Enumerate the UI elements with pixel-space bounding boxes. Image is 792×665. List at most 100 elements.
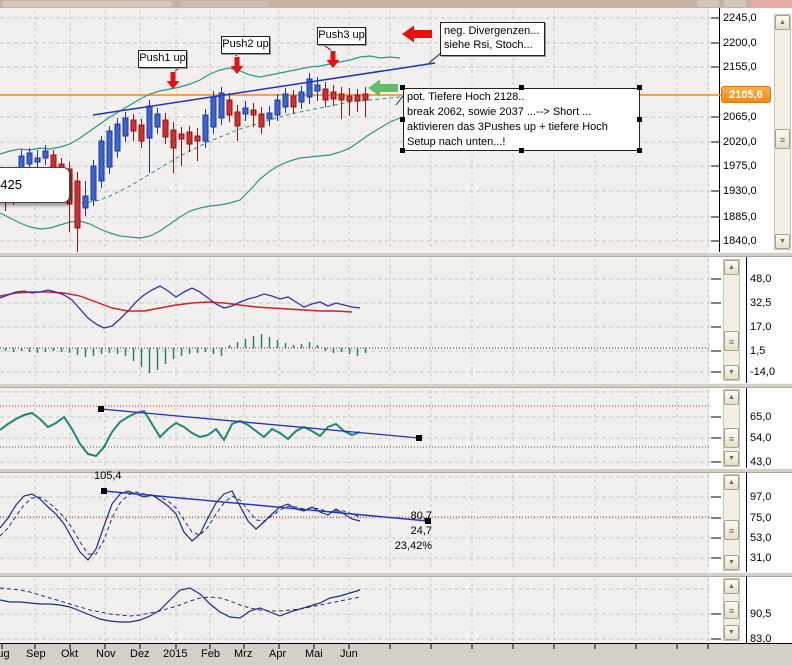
red-down-arrow[interactable]: [167, 72, 180, 89]
rsi-scrollbar[interactable]: ▲ ▼ ≡: [723, 389, 740, 467]
candle-body: [243, 108, 248, 114]
candle-body: [363, 94, 368, 100]
note-box-handle[interactable]: [400, 117, 405, 122]
note-box-handle[interactable]: [400, 85, 405, 90]
candle-body: [331, 92, 336, 99]
macd-scrollbar-thumb[interactable]: ≡: [724, 331, 739, 351]
time-axis-label: 2015: [163, 648, 187, 660]
divergence-note-box[interactable]: neg. Divergenzen... siehe Rsi, Stoch...: [440, 22, 545, 56]
candle-body: [99, 141, 104, 181]
candle-body: [27, 153, 32, 164]
trix-scrollbar-down-button[interactable]: ▼: [724, 625, 739, 640]
stoch-scrollbar-up-button[interactable]: ▲: [724, 475, 739, 490]
rsi-scrollbar-up-button[interactable]: ▲: [724, 390, 739, 405]
stoch-value-1: 80,7: [398, 510, 432, 522]
candle-body: [227, 100, 232, 115]
candle-body: [155, 114, 160, 127]
price-axis-label: 1885,0: [723, 211, 757, 223]
candle-body: [267, 113, 272, 119]
note-box-handle[interactable]: [519, 148, 524, 153]
candle-body: [339, 94, 344, 100]
candle-body: [131, 120, 136, 131]
time-axis-label: Apr: [269, 648, 286, 660]
stoch-scrollbar[interactable]: ▲ ▼ ≡: [723, 474, 740, 571]
rsi-line: [0, 411, 360, 456]
chart-application-window: 8425 Push1 up Push2 up Push3 up neg. Div…: [0, 0, 792, 665]
price-axis-label: 1975,0: [723, 160, 757, 172]
note-box-handle[interactable]: [637, 85, 642, 90]
candle-body: [187, 132, 192, 144]
stoch-percent-value: 23,42%: [384, 540, 432, 552]
price-scrollbar-up-button[interactable]: ▲: [775, 15, 790, 30]
candle-body: [43, 151, 48, 158]
green-left-arrow[interactable]: [368, 80, 398, 97]
time-axis-label: Feb: [201, 648, 220, 660]
time-axis-label: Aug: [0, 648, 10, 660]
stoch-value-2: 24,7: [398, 525, 432, 537]
price-axis-label: 2245,0: [723, 12, 757, 24]
macd-axis-label: 17,0: [750, 321, 771, 333]
trix-scrollbar-up-button[interactable]: ▲: [724, 579, 739, 594]
candle-body: [123, 118, 128, 136]
macd-axis-label: 48,0: [750, 273, 771, 285]
stoch-axis-label: 75,0: [750, 512, 771, 524]
note-box-handle[interactable]: [637, 148, 642, 153]
price-scrollbar-thumb[interactable]: ≡: [775, 129, 790, 149]
trendline-handle[interactable]: [416, 435, 422, 441]
candle-body: [283, 94, 288, 107]
push2-label-box[interactable]: Push2 up: [221, 36, 270, 54]
candle-body: [115, 124, 120, 151]
red-down-arrow[interactable]: [327, 51, 340, 68]
stoch-trendline[interactable]: [104, 491, 428, 521]
red-left-arrow[interactable]: [402, 26, 432, 43]
trendline-handle[interactable]: [101, 488, 107, 494]
price-axis-label: 2065,0: [723, 111, 757, 123]
candle-body: [211, 97, 216, 127]
trix-scrollbar-thumb[interactable]: ≡: [724, 601, 739, 619]
stoch-peak-value: 105,4: [94, 470, 122, 482]
stoch-axis-label: 53,0: [750, 532, 771, 544]
chart-canvas: [0, 0, 792, 665]
price-scrollbar[interactable]: ▲ ▼ ≡: [774, 14, 791, 250]
push1-label-box[interactable]: Push1 up: [138, 50, 187, 68]
note-box-handle[interactable]: [637, 117, 642, 122]
rsi-axis-label: 65,0: [750, 411, 771, 423]
time-axis-label: Nov: [96, 648, 116, 660]
note-box-handle[interactable]: [400, 148, 405, 153]
stoch-axis-label: 97,0: [750, 491, 771, 503]
note-box-handle[interactable]: [519, 85, 524, 90]
macd-axis-label: 32,5: [750, 297, 771, 309]
rsi-scrollbar-thumb[interactable]: ≡: [724, 428, 739, 448]
macd-scrollbar-up-button[interactable]: ▲: [724, 260, 739, 275]
candle-body: [347, 96, 352, 101]
push3-label-box[interactable]: Push3 up: [317, 27, 366, 45]
short-setup-note-box[interactable]: pot. Tiefere Hoch 2128.. break 2062, sow…: [403, 88, 640, 151]
time-axis-label: Dez: [130, 648, 150, 660]
price-scrollbar-down-button[interactable]: ▼: [775, 234, 790, 249]
candle-body: [171, 130, 176, 148]
macd-scrollbar-down-button[interactable]: ▼: [724, 365, 739, 380]
stoch-scrollbar-down-button[interactable]: ▼: [724, 555, 739, 570]
macd-axis-label: 1,5: [750, 345, 765, 357]
time-axis-label: Okt: [61, 648, 78, 660]
macd-scrollbar[interactable]: ▲ ▼ ≡: [723, 259, 740, 381]
candle-body: [139, 125, 144, 141]
candle-body: [323, 89, 328, 100]
price-callout[interactable]: 8425: [0, 167, 70, 203]
candle-body: [315, 85, 320, 91]
time-axis-label: Sep: [26, 648, 46, 660]
candle-body: [235, 112, 240, 126]
candle-body: [35, 158, 40, 162]
stoch-scrollbar-thumb[interactable]: ≡: [724, 520, 739, 540]
candle-body: [91, 166, 96, 200]
time-axis-label: Jun: [340, 648, 358, 660]
candle-body: [291, 96, 296, 107]
trix-signal-line: [0, 588, 360, 616]
trendline-handle[interactable]: [98, 406, 104, 412]
candle-body: [75, 181, 80, 228]
candle-body: [179, 134, 184, 139]
rsi-scrollbar-down-button[interactable]: ▼: [724, 451, 739, 466]
trix-axis-label: 83,0: [750, 633, 771, 645]
candle-body: [299, 92, 304, 102]
trix-scrollbar[interactable]: ▲ ▼ ≡: [723, 578, 740, 641]
